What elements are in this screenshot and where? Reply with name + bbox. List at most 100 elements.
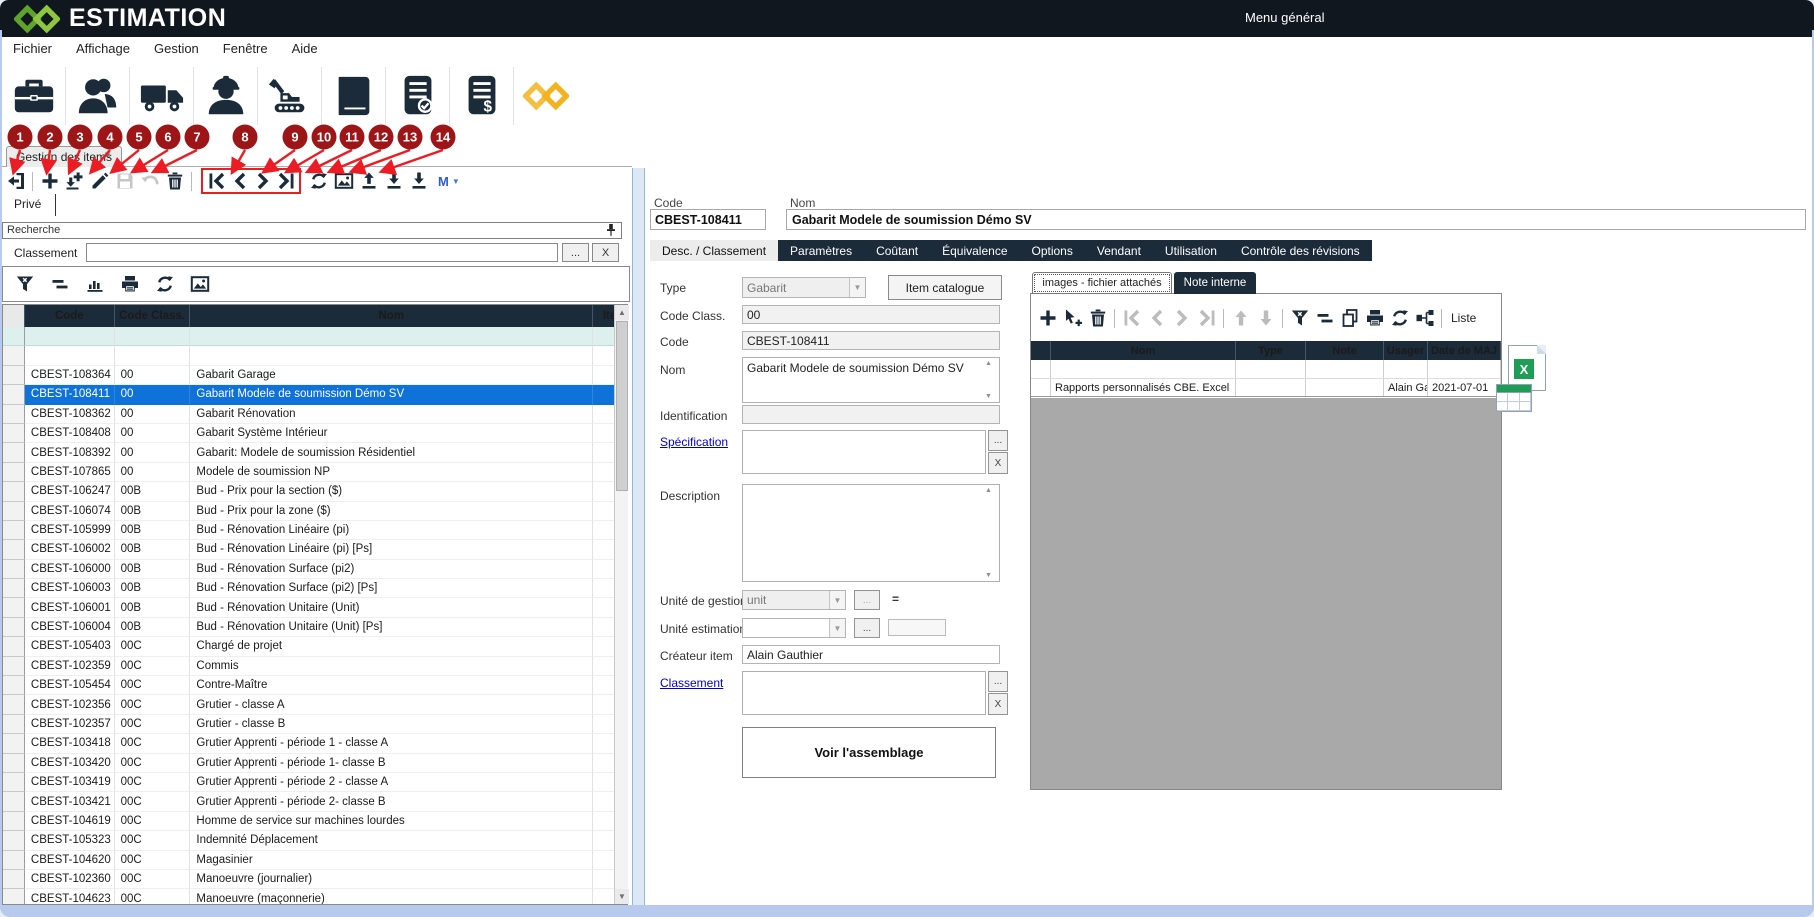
- column-header-selector[interactable]: [3, 305, 25, 327]
- detail-tab-vendant[interactable]: Vendant: [1085, 240, 1153, 261]
- refresh-button[interactable]: [153, 272, 177, 296]
- att-column-Date de MAJ[interactable]: Date de MAJ: [1428, 341, 1501, 360]
- row-selector[interactable]: [3, 443, 25, 462]
- document-cost-button[interactable]: $: [450, 63, 513, 129]
- row-selector[interactable]: [3, 657, 25, 676]
- row-selector[interactable]: [3, 676, 25, 695]
- row-selector[interactable]: [3, 405, 25, 424]
- table-row[interactable]: CBEST-10235600CGrutier - classe A: [3, 695, 627, 714]
- items-table-scrollbar[interactable]: ▲ ▼: [614, 305, 628, 904]
- row-selector[interactable]: [3, 424, 25, 443]
- detail-tab-utilisation[interactable]: Utilisation: [1153, 240, 1229, 261]
- att-column-Nom[interactable]: Nom: [1051, 341, 1236, 360]
- spreadsheet-grid-icon[interactable]: [1496, 384, 1532, 412]
- delete-button[interactable]: [1086, 307, 1109, 330]
- att-column-Type[interactable]: Type: [1236, 341, 1306, 360]
- menu-fichier[interactable]: Fichier: [13, 41, 52, 56]
- table-row[interactable]: CBEST-10461900CHomme de service sur mach…: [3, 812, 627, 831]
- table-row[interactable]: CBEST-10545400CContre-Maître: [3, 676, 627, 695]
- unite-estimation-select[interactable]: ▼: [742, 618, 846, 638]
- assign-button[interactable]: [1061, 307, 1084, 330]
- table-row[interactable]: CBEST-10600100BBud - Rénovation Unitaire…: [3, 598, 627, 617]
- table-row[interactable]: CBEST-10607400BBud - Prix pour la zone (…: [3, 502, 627, 521]
- row-selector[interactable]: [3, 734, 25, 753]
- row-selector[interactable]: [3, 812, 25, 831]
- scroll-down-icon[interactable]: ▼: [615, 889, 629, 904]
- specification-link[interactable]: Spécification: [660, 435, 728, 449]
- menu-affichage[interactable]: Affichage: [76, 41, 130, 56]
- briefcase-button[interactable]: [2, 63, 65, 129]
- table-row[interactable]: CBEST-10840800Gabarit Système Intérieur: [3, 424, 627, 443]
- classement-link[interactable]: Classement: [660, 676, 723, 690]
- classement-textarea[interactable]: [742, 671, 986, 715]
- nav-last-button[interactable]: [274, 170, 297, 193]
- add-button[interactable]: [1036, 307, 1059, 330]
- row-selector[interactable]: [3, 695, 25, 714]
- scroll-up-icon[interactable]: ▲: [615, 305, 629, 320]
- scroll-down-icon[interactable]: ▼: [985, 393, 992, 400]
- table-row[interactable]: CBEST-10532300CIndemnité Déplacement: [3, 831, 627, 850]
- menu-fenêtre[interactable]: Fenêtre: [223, 41, 268, 56]
- att-column-Note[interactable]: Note: [1306, 341, 1384, 360]
- row-selector[interactable]: [3, 792, 25, 811]
- detail-tab-desc-classement[interactable]: Desc. / Classement: [650, 240, 778, 261]
- classement-browse-button[interactable]: ...: [988, 671, 1008, 692]
- code-class-field[interactable]: 00: [742, 305, 1000, 324]
- table-row[interactable]: CBEST-10599900BBud - Rénovation Linéaire…: [3, 521, 627, 540]
- copy-button[interactable]: [1338, 307, 1361, 330]
- print-button[interactable]: [1363, 307, 1386, 330]
- table-row[interactable]: CBEST-10786500Modele de soumission NP: [3, 463, 627, 482]
- move-up-button[interactable]: [1229, 307, 1252, 330]
- row-selector[interactable]: [3, 870, 25, 889]
- table-row[interactable]: CBEST-10235900CCommis: [3, 657, 627, 676]
- unite-gestion-browse-button[interactable]: ...: [854, 590, 880, 610]
- table-row[interactable]: CBEST-10836400Gabarit Garage: [3, 366, 627, 385]
- print-button[interactable]: [118, 272, 142, 296]
- table-row[interactable]: CBEST-10839200Gabarit: Modele de soumiss…: [3, 443, 627, 462]
- row-selector[interactable]: [3, 889, 25, 905]
- table-row[interactable]: CBEST-10341900CGrutier Apprenti - périod…: [3, 773, 627, 792]
- m-menu-button[interactable]: M ▼: [438, 174, 460, 189]
- add-button[interactable]: [38, 170, 61, 193]
- column-header-Code[interactable]: Code: [25, 305, 115, 327]
- table-row[interactable]: CBEST-10342100CGrutier Apprenti - périod…: [3, 792, 627, 811]
- voir-assemblage-button[interactable]: Voir l'assemblage: [742, 727, 996, 778]
- nav-prev-button[interactable]: [1145, 307, 1168, 330]
- row-selector[interactable]: [3, 540, 25, 559]
- filter-button[interactable]: [13, 272, 37, 296]
- detail-tab-param-tres[interactable]: Paramètres: [778, 240, 864, 261]
- add-import-button[interactable]: [63, 170, 86, 193]
- specification-clear-button[interactable]: X: [988, 452, 1008, 474]
- row-selector[interactable]: [3, 754, 25, 773]
- rows-button[interactable]: [1313, 307, 1336, 330]
- tab-prive[interactable]: Privé: [14, 197, 41, 211]
- brand-diamond-button[interactable]: [514, 63, 577, 129]
- recherche-collapsed-panel[interactable]: Recherche: [2, 222, 622, 239]
- specification-textarea[interactable]: [742, 430, 986, 474]
- column-header-Nom[interactable]: Nom: [190, 305, 593, 327]
- exit-button[interactable]: [4, 170, 27, 193]
- scrollbar-thumb[interactable]: [616, 321, 628, 491]
- nom-textarea[interactable]: Gabarit Modele de soumission Démo SV ▲ ▼: [742, 357, 1000, 403]
- save-button[interactable]: [113, 170, 136, 193]
- detail-nom-value[interactable]: Gabarit Modele de soumission Démo SV: [786, 209, 1806, 230]
- scroll-up-icon[interactable]: ▲: [985, 360, 992, 367]
- menu-gestion[interactable]: Gestion: [154, 41, 199, 56]
- detail-tab-co-tant[interactable]: Coûtant: [864, 240, 930, 261]
- row-selector[interactable]: [1031, 379, 1051, 396]
- refresh-button[interactable]: [1388, 307, 1411, 330]
- table-row[interactable]: CBEST-10600400BBud - Rénovation Unitaire…: [3, 618, 627, 637]
- detail-tab-contr-le-des-r-visions[interactable]: Contrôle des révisions: [1229, 240, 1372, 261]
- tab-close-icon[interactable]: ×: [104, 148, 111, 162]
- unite-estimation-browse-button[interactable]: ...: [854, 618, 880, 638]
- row-selector[interactable]: [3, 502, 25, 521]
- detail-code-value[interactable]: CBEST-108411: [650, 209, 766, 230]
- classement-filter-input[interactable]: [86, 243, 558, 262]
- specification-browse-button[interactable]: ...: [988, 430, 1008, 451]
- panel-splitter[interactable]: [632, 168, 645, 905]
- export-up-button[interactable]: [357, 170, 380, 193]
- code-field[interactable]: CBEST-108411: [742, 331, 1000, 350]
- row-selector[interactable]: [3, 579, 25, 598]
- table-row[interactable]: CBEST-10600200BBud - Rénovation Linéaire…: [3, 540, 627, 559]
- filter-button[interactable]: [1288, 307, 1311, 330]
